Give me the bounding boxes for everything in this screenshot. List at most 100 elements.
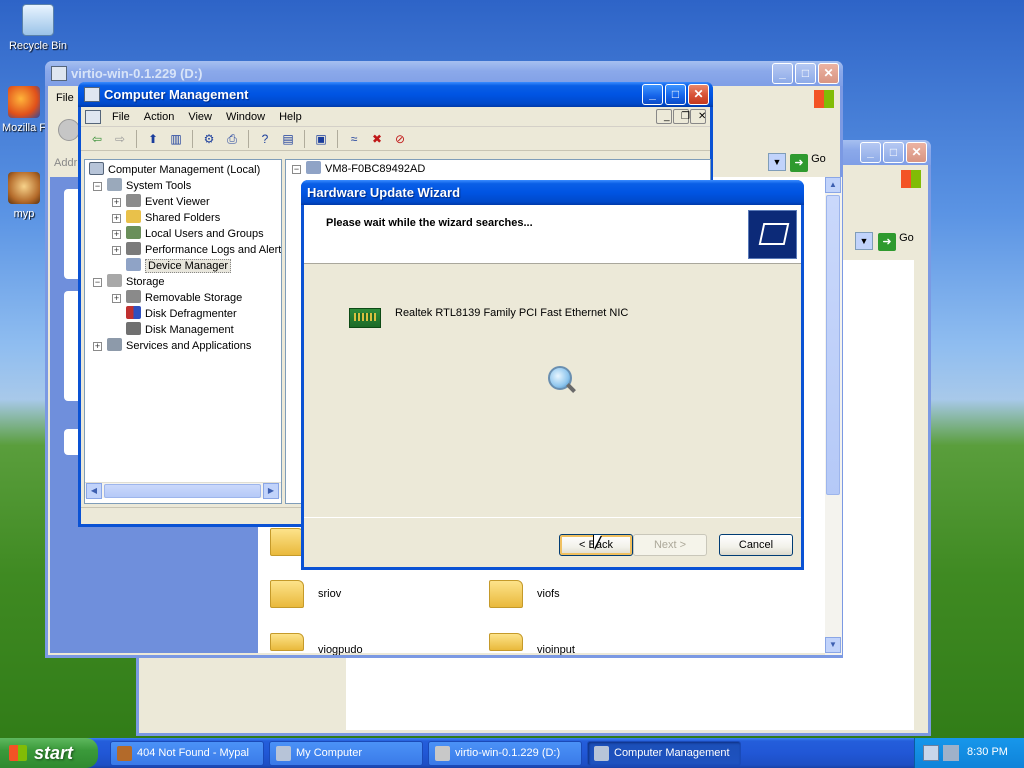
expand-toggle[interactable]: + xyxy=(112,214,121,223)
child-restore-button[interactable]: ❐ xyxy=(673,109,690,124)
up-folder-icon[interactable]: ⬆ xyxy=(143,130,163,148)
scan-hardware-icon[interactable]: ▣ xyxy=(311,130,331,148)
properties-icon[interactable]: ⚙ xyxy=(199,130,219,148)
wizard-header: Please wait while the wizard searches... xyxy=(304,205,801,264)
scroll-up-button[interactable]: ▲ xyxy=(825,177,841,193)
hardware-update-wizard[interactable]: Hardware Update Wizard Please wait while… xyxy=(301,180,804,570)
expand-toggle[interactable]: + xyxy=(93,342,102,351)
collapse-toggle[interactable]: − xyxy=(93,182,102,191)
tree-node-disk-defragmenter[interactable]: Disk Defragmenter xyxy=(126,306,237,322)
system-tools-icon xyxy=(107,178,122,191)
forward-arrow-icon[interactable]: ⇨ xyxy=(110,130,130,148)
folder-icon[interactable] xyxy=(489,633,523,651)
menu-file[interactable]: File xyxy=(56,92,74,104)
minimize-button[interactable]: _ xyxy=(772,63,793,84)
help-icon[interactable]: ? xyxy=(255,130,275,148)
menu-action[interactable]: Action xyxy=(137,111,182,123)
tree-node-event-viewer[interactable]: Event Viewer xyxy=(126,194,210,210)
disable-device-icon[interactable]: ⊘ xyxy=(390,130,410,148)
tree-node-storage[interactable]: Storage xyxy=(107,274,165,290)
tree-node-shared-folders[interactable]: Shared Folders xyxy=(126,210,220,226)
start-button[interactable]: start xyxy=(0,738,98,768)
scroll-left-button[interactable]: ◀ xyxy=(86,483,102,499)
scroll-down-button[interactable]: ▼ xyxy=(825,637,841,653)
close-button[interactable]: ✕ xyxy=(818,63,839,84)
address-dropdown-button[interactable]: ▼ xyxy=(855,232,873,250)
tree-node-performance-logs[interactable]: Performance Logs and Alerts xyxy=(126,242,282,258)
tree-label: Performance Logs and Alerts xyxy=(145,244,282,256)
tree-node-system-tools[interactable]: System Tools xyxy=(107,178,191,194)
clock[interactable]: 8:30 PM xyxy=(967,746,1008,758)
toolbar-separator xyxy=(136,129,137,148)
cancel-button[interactable]: Cancel xyxy=(719,534,793,556)
help-topics-icon[interactable]: ▤ xyxy=(278,130,298,148)
task-label: My Computer xyxy=(296,747,363,759)
taskbar-item-mypal[interactable]: 404 Not Found - Mypal xyxy=(110,741,264,766)
collapse-toggle[interactable]: − xyxy=(93,278,102,287)
console-tree[interactable]: Computer Management (Local) − System Too… xyxy=(84,159,282,504)
mmc-doc-icon xyxy=(85,109,101,124)
menu-file[interactable]: File xyxy=(105,111,137,123)
uninstall-icon[interactable]: ✖ xyxy=(367,130,387,148)
folder-label[interactable]: viofs xyxy=(537,588,560,600)
desktop-icon-mozilla[interactable]: Mozilla F xyxy=(0,86,48,134)
tree-node-device-manager[interactable]: Device Manager xyxy=(126,258,232,274)
print-icon[interactable]: ⎙ xyxy=(222,130,242,148)
minimize-button[interactable]: _ xyxy=(642,84,663,105)
child-close-button[interactable]: ✕ xyxy=(690,109,706,124)
folder-icon[interactable] xyxy=(270,633,304,651)
address-dropdown-button[interactable]: ▼ xyxy=(768,153,786,171)
expand-toggle[interactable]: + xyxy=(112,294,121,303)
maximize-button[interactable]: □ xyxy=(883,142,904,163)
expand-toggle[interactable]: + xyxy=(112,230,121,239)
tree-label: System Tools xyxy=(126,180,192,192)
volume-tray-icon[interactable] xyxy=(943,745,959,761)
scroll-thumb[interactable] xyxy=(826,195,840,495)
desktop-icon-mypal[interactable]: myp xyxy=(0,172,48,220)
collapse-toggle[interactable]: − xyxy=(292,165,301,174)
close-button[interactable]: ✕ xyxy=(688,84,709,105)
folder-icon[interactable] xyxy=(270,580,304,608)
maximize-button[interactable]: □ xyxy=(795,63,816,84)
device-tree-root[interactable]: VM8-F0BC89492AD xyxy=(306,161,425,177)
taskbar-item-virtio-win[interactable]: virtio-win-0.1.229 (D:) xyxy=(428,741,582,766)
folder-label[interactable]: sriov xyxy=(318,588,341,600)
menu-view[interactable]: View xyxy=(181,111,219,123)
tree-horizontal-scrollbar[interactable]: ◀ ▶ xyxy=(85,482,281,499)
expand-toggle[interactable]: + xyxy=(112,246,121,255)
network-tray-icon[interactable] xyxy=(923,745,939,761)
tree-node-disk-management[interactable]: Disk Management xyxy=(126,322,234,338)
scroll-thumb[interactable] xyxy=(104,484,261,498)
taskbar-item-my-computer[interactable]: My Computer xyxy=(269,741,423,766)
child-minimize-button[interactable]: _ xyxy=(656,109,672,124)
back-arrow-icon[interactable]: ⇦ xyxy=(87,130,107,148)
taskbar-item-computer-management[interactable]: Computer Management xyxy=(587,741,741,766)
task-label: 404 Not Found - Mypal xyxy=(137,747,249,759)
menu-window[interactable]: Window xyxy=(219,111,272,123)
vertical-scrollbar[interactable]: ▲ ▼ xyxy=(825,177,842,655)
desktop-icon-label: Recycle Bin xyxy=(8,40,68,52)
go-button[interactable]: ➜ Go xyxy=(878,232,928,252)
update-driver-icon[interactable]: ≈ xyxy=(344,130,364,148)
event-viewer-icon xyxy=(126,194,141,207)
expand-toggle[interactable]: + xyxy=(112,198,121,207)
scroll-right-button[interactable]: ▶ xyxy=(263,483,279,499)
folder-label[interactable]: viogpudo xyxy=(318,644,363,655)
folder-label[interactable]: vioinput xyxy=(537,644,575,655)
tree-node-removable-storage[interactable]: Removable Storage xyxy=(126,290,242,306)
desktop-icon-recycle-bin[interactable]: Recycle Bin xyxy=(2,4,74,52)
folder-icon[interactable] xyxy=(489,580,523,608)
show-hide-tree-icon[interactable]: ▥ xyxy=(166,130,186,148)
maximize-button[interactable]: □ xyxy=(665,84,686,105)
back-button[interactable] xyxy=(58,119,80,141)
close-button[interactable]: ✕ xyxy=(906,142,927,163)
wizard-titlebar[interactable]: Hardware Update Wizard xyxy=(301,180,804,205)
tree-node-services-applications[interactable]: Services and Applications xyxy=(107,338,251,354)
menu-help[interactable]: Help xyxy=(272,111,309,123)
computer-management-titlebar[interactable]: Computer Management _ □ ✕ xyxy=(78,82,713,107)
minimize-button[interactable]: _ xyxy=(860,142,881,163)
tree-node-computer-management[interactable]: Computer Management (Local) xyxy=(89,162,260,178)
tree-node-local-users-groups[interactable]: Local Users and Groups xyxy=(126,226,264,242)
folder-icon[interactable] xyxy=(270,528,304,556)
go-button[interactable]: ➜ Go xyxy=(790,153,838,173)
